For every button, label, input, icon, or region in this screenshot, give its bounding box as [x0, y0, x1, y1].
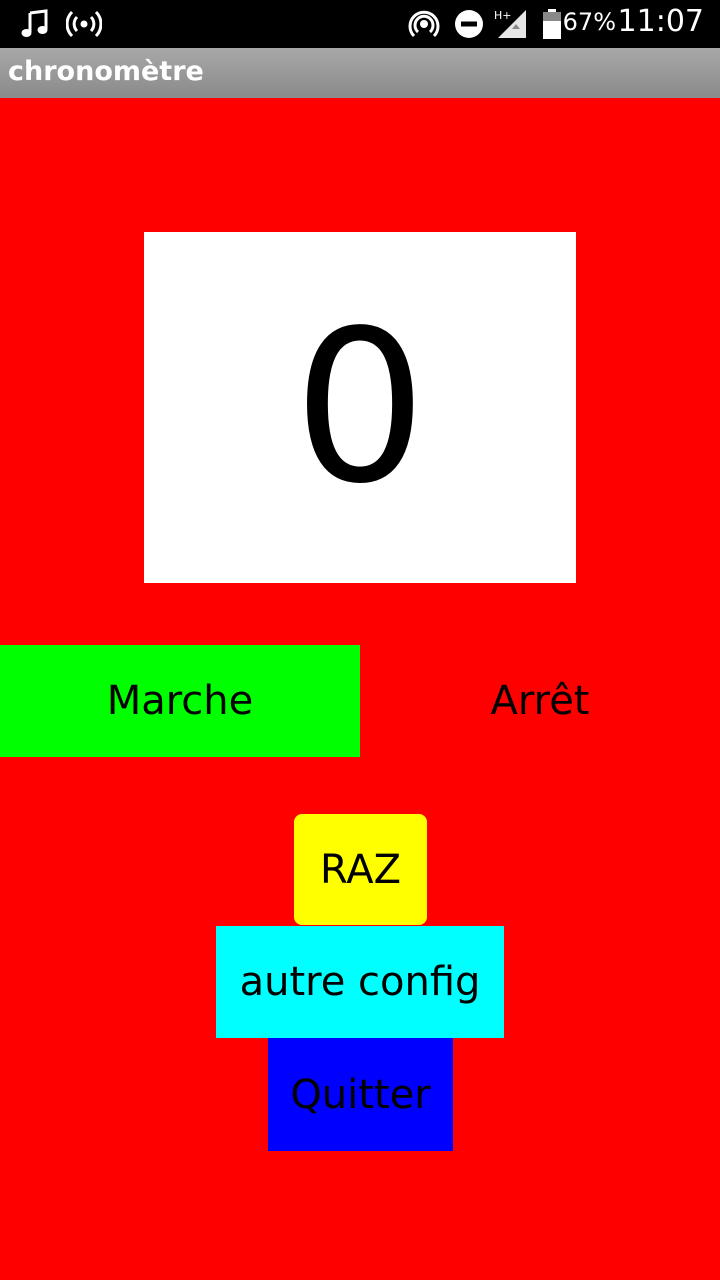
counter-display: 0	[144, 232, 576, 583]
quit-button[interactable]: Quitter	[268, 1038, 453, 1151]
music-note-icon	[18, 8, 52, 40]
clock-time: 11:07	[617, 4, 704, 39]
battery-icon	[540, 8, 564, 40]
stop-button[interactable]: Arrêt	[360, 645, 720, 757]
app-title: chronomètre	[8, 56, 204, 87]
counter-value: 0	[293, 284, 427, 530]
do-not-disturb-icon	[452, 8, 486, 40]
start-button[interactable]: Marche	[0, 645, 360, 757]
signal-h-plus-icon: H+	[494, 8, 528, 40]
svg-text:H+: H+	[494, 9, 512, 22]
other-config-button[interactable]: autre config	[216, 926, 504, 1038]
nfc-icon	[406, 8, 442, 40]
battery-percent: 67%	[562, 8, 616, 36]
hotspot-icon	[64, 8, 104, 40]
app-bar: chronomètre	[0, 48, 720, 98]
status-bar: H+ 67% 11:07	[0, 0, 720, 48]
reset-button[interactable]: RAZ	[294, 814, 427, 925]
